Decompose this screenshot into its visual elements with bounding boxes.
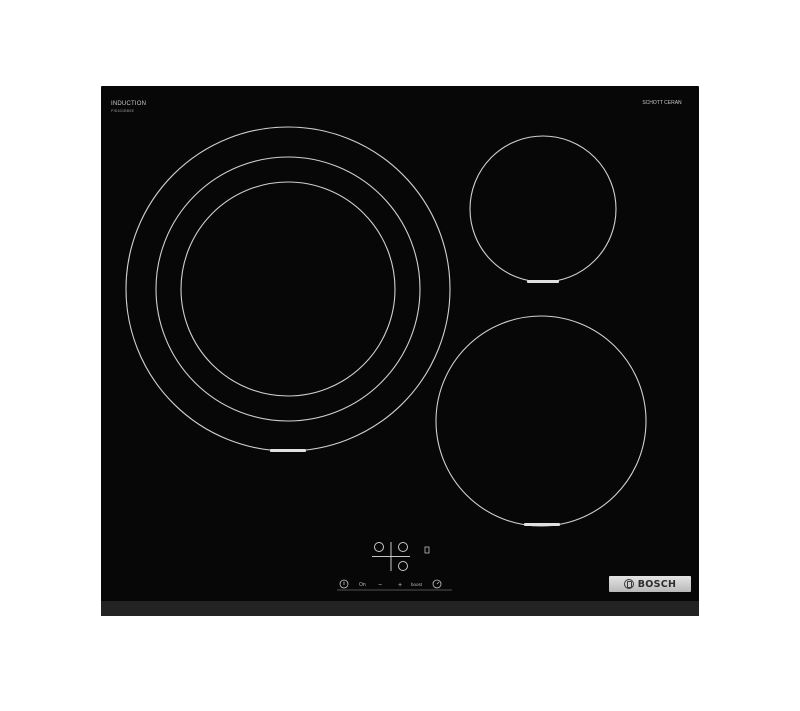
product-image: INDUCTION PID631BB5E SCHOTT CERAN On − +… bbox=[0, 0, 800, 711]
medium-cooking-zone bbox=[435, 315, 647, 527]
zone-select-top-left-icon bbox=[374, 542, 384, 552]
plus-button-label[interactable]: + bbox=[398, 582, 402, 589]
boost-button-label[interactable]: boost bbox=[411, 582, 423, 587]
touch-control-strip bbox=[337, 579, 452, 591]
large-cooking-zone bbox=[125, 126, 451, 452]
brand-name: BOSCH bbox=[637, 578, 677, 590]
small-cooking-zone bbox=[469, 135, 617, 283]
cooking-zones: On − + boost bbox=[125, 126, 647, 591]
zone-selector[interactable] bbox=[372, 542, 410, 571]
bosch-logo-icon bbox=[623, 579, 634, 589]
large-zone-marker bbox=[270, 449, 306, 452]
large-zone-middle-ring bbox=[155, 156, 421, 422]
large-zone-outer-ring bbox=[125, 126, 451, 452]
large-zone-inner-ring bbox=[180, 181, 396, 397]
minus-button-label[interactable]: − bbox=[378, 582, 382, 589]
status-indicator-icon bbox=[424, 546, 430, 554]
zone-select-bottom-right-icon bbox=[398, 561, 408, 571]
on-button-label[interactable]: On bbox=[359, 582, 366, 588]
zone-select-top-right-icon bbox=[398, 542, 408, 552]
small-zone-marker bbox=[527, 280, 559, 283]
brand-plate: BOSCH bbox=[609, 576, 691, 592]
medium-zone-marker bbox=[524, 523, 560, 526]
